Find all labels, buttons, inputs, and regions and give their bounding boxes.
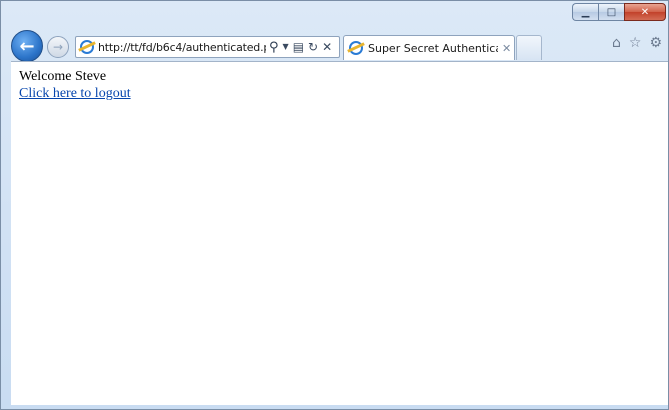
page-content: Welcome Steve Click here to logout (11, 61, 668, 405)
tab-active[interactable]: Super Secret Authenticated... ✕ (343, 35, 515, 60)
new-tab-button[interactable] (516, 35, 542, 60)
page-body: Welcome Steve Click here to logout (11, 62, 668, 102)
welcome-text: Welcome Steve (19, 69, 107, 84)
home-icon[interactable]: ⌂ (612, 35, 621, 51)
logout-link[interactable]: Click here to logout (19, 86, 131, 101)
refresh-icon[interactable]: ↻ (308, 41, 318, 53)
favorites-star-icon[interactable]: ☆ (629, 35, 642, 51)
stop-icon[interactable]: ✕ (322, 41, 332, 53)
close-button[interactable]: ✕ (624, 3, 666, 21)
ie-tab-icon (349, 41, 363, 55)
tab-title: Super Secret Authenticated... (368, 41, 498, 55)
back-arrow-icon: ← (19, 35, 35, 57)
address-url[interactable]: http://tt/fd/b6c4/authenticated.php (98, 41, 266, 54)
compatibility-view-icon[interactable]: ▤ (293, 41, 304, 53)
forward-arrow-icon: → (52, 40, 64, 54)
maximize-icon: □ (606, 6, 617, 18)
command-icons: ⌂ ☆ ⚙ (612, 35, 662, 51)
ie-page-icon (80, 40, 94, 54)
close-icon: ✕ (640, 6, 650, 18)
dropdown-icon[interactable]: ▼ (283, 43, 289, 51)
minimize-button[interactable]: ▁ (572, 3, 598, 21)
navigation-bar: ← → http://tt/fd/b6c4/authenticated.php … (1, 27, 668, 62)
forward-button[interactable]: → (47, 36, 69, 58)
address-tools: ⚲ ▼ ▤ ↻ ✕ (269, 41, 332, 54)
search-icon[interactable]: ⚲ (269, 41, 279, 54)
tab-close-icon[interactable]: ✕ (502, 42, 511, 55)
address-bar[interactable]: http://tt/fd/b6c4/authenticated.php ⚲ ▼ … (75, 36, 340, 58)
settings-gear-icon[interactable]: ⚙ (649, 35, 662, 51)
maximize-button[interactable]: □ (598, 3, 624, 21)
back-button[interactable]: ← (11, 30, 43, 62)
browser-window: ▁ □ ✕ ← → http://tt/fd/b6c4/authenticate… (0, 0, 669, 410)
window-controls: ▁ □ ✕ (572, 3, 666, 21)
minimize-icon: ▁ (581, 6, 590, 18)
